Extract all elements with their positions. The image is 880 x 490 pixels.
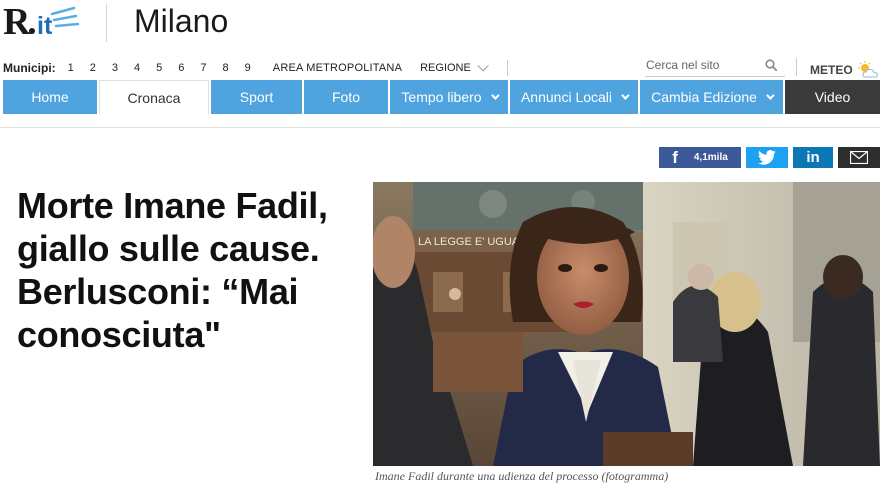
municipi-bar: Municipi: 1 2 3 4 5 6 7 8 9 AREA METROPO…	[3, 59, 489, 77]
municipio-link-8[interactable]: 8	[223, 62, 229, 74]
nav-label: Sport	[239, 89, 274, 105]
twitter-icon	[757, 149, 776, 165]
nav-tempo-libero[interactable]: Tempo libero	[390, 80, 508, 114]
facebook-share-button[interactable]: f 4,1mila	[659, 147, 741, 168]
logo-graphic: R it	[3, 1, 80, 42]
nav-cronaca[interactable]: Cronaca	[99, 80, 209, 114]
article-headline: Morte Imane Fadil, giallo sulle cause. B…	[17, 185, 328, 355]
municipio-link-4[interactable]: 4	[134, 62, 140, 74]
nav-label: Video	[814, 89, 851, 105]
main-nav: Home Cronaca Sport Foto Tempo libero Ann…	[0, 80, 880, 114]
site-search	[645, 55, 785, 77]
chevron-down-icon	[477, 60, 489, 72]
municipio-link-2[interactable]: 2	[90, 62, 96, 74]
email-share-button[interactable]	[838, 147, 880, 168]
nav-label: Cambia Edizione	[651, 89, 757, 105]
photo-caption: Imane Fadil durante una udienza del proc…	[375, 469, 669, 483]
nav-sport[interactable]: Sport	[211, 80, 302, 114]
sun-cloud-icon	[857, 61, 878, 78]
municipio-link-9[interactable]: 9	[245, 62, 251, 74]
meteo-divider	[796, 58, 797, 76]
nav-divider	[0, 127, 880, 128]
facebook-icon: f	[672, 147, 678, 167]
area-metropolitana-link[interactable]: AREA METROPOLITANA	[273, 62, 402, 74]
repubblica-logo[interactable]: R it	[2, 0, 80, 42]
nav-home[interactable]: Home	[3, 80, 97, 114]
municipio-link-1[interactable]: 1	[68, 62, 74, 74]
nav-label: Cronaca	[127, 89, 181, 106]
nav-annunci-locali[interactable]: Annunci Locali	[510, 80, 638, 114]
nav-foto[interactable]: Foto	[304, 80, 388, 114]
chevron-down-icon	[621, 91, 630, 100]
municipi-divider	[507, 60, 508, 76]
city-title[interactable]: Milano	[134, 3, 228, 40]
meteo-link[interactable]: METEO	[810, 61, 880, 79]
search-icon[interactable]	[765, 59, 777, 71]
municipio-link-3[interactable]: 3	[112, 62, 118, 74]
nav-label: Foto	[331, 89, 360, 105]
nav-cambia-edizione[interactable]: Cambia Edizione	[640, 80, 783, 114]
municipio-link-7[interactable]: 7	[200, 62, 206, 74]
regione-label: REGIONE	[420, 62, 471, 74]
nav-label: Home	[31, 89, 69, 105]
chevron-down-icon	[766, 91, 775, 100]
twitter-share-button[interactable]	[746, 147, 788, 168]
logo-it: it	[37, 12, 53, 40]
search-input[interactable]	[645, 55, 763, 72]
nav-video[interactable]: Video	[785, 80, 880, 114]
logo-r: R	[3, 1, 31, 42]
municipio-link-5[interactable]: 5	[156, 62, 162, 74]
mail-icon	[850, 151, 868, 164]
municipi-label: Municipi:	[3, 61, 56, 75]
page: R it Milano Municipi: 1 2 3 4 5 6 7 8 9 …	[0, 0, 880, 490]
header-divider	[106, 4, 107, 42]
chevron-down-icon	[490, 91, 500, 100]
logo-swoosh	[50, 6, 80, 28]
linkedin-share-button[interactable]: in	[793, 147, 833, 168]
courtroom-photo-illustration: LA LEGGE E' UGUALE	[373, 182, 880, 466]
meteo-label: METEO	[810, 63, 853, 77]
linkedin-icon: in	[806, 149, 820, 166]
nav-label: Tempo libero	[401, 89, 482, 105]
logo-dot	[29, 28, 35, 34]
nav-label: Annunci Locali	[520, 89, 613, 105]
municipio-link-6[interactable]: 6	[178, 62, 184, 74]
regione-dropdown[interactable]: REGIONE	[420, 60, 489, 74]
facebook-share-count: 4,1mila	[693, 152, 728, 163]
article-photo[interactable]: LA LEGGE E' UGUALE	[373, 182, 880, 466]
